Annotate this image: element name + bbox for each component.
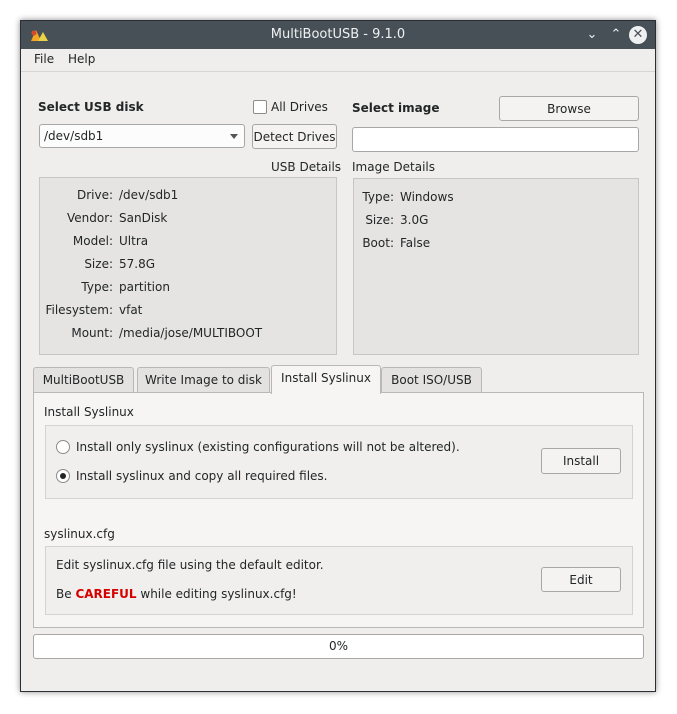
warning-emphasis: CAREFUL xyxy=(75,587,137,601)
warning-prefix: Be xyxy=(56,587,76,601)
install-options-group: Install only syslinux (existing configur… xyxy=(45,425,633,499)
option-install-copy-label[interactable]: Install syslinux and copy all required f… xyxy=(76,469,327,483)
image-detail-key: Type: xyxy=(362,190,394,204)
usb-detail-value: Ultra xyxy=(119,234,149,248)
usb-detail-key: Filesystem: xyxy=(45,303,113,317)
syslinux-cfg-group: Edit syslinux.cfg file using the default… xyxy=(45,546,633,615)
tab-install-syslinux[interactable]: Install Syslinux xyxy=(271,365,381,394)
radio-install-only[interactable] xyxy=(56,440,70,454)
warning-suffix: while editing syslinux.cfg! xyxy=(136,587,297,601)
detect-drives-button[interactable]: Detect Drives xyxy=(252,124,337,149)
minimize-icon[interactable]: ⌄ xyxy=(583,26,601,44)
install-syslinux-page: Install Syslinux Install only syslinux (… xyxy=(33,392,644,628)
image-detail-key: Boot: xyxy=(362,236,394,250)
image-details-label: Image Details xyxy=(352,160,435,174)
select-image-label: Select image xyxy=(352,101,440,115)
usb-detail-key: Model: xyxy=(72,234,113,248)
tab-boot-iso-usb[interactable]: Boot ISO/USB xyxy=(381,367,482,393)
progress-bar: 0% xyxy=(33,634,644,659)
install-button[interactable]: Install xyxy=(541,448,621,474)
tab-multibootusb[interactable]: MultiBootUSB xyxy=(33,367,134,393)
usb-details-panel: Drive: /dev/sdb1 Vendor: SanDisk Model: Ultra… xyxy=(39,177,337,355)
radio-install-copy[interactable] xyxy=(56,469,70,483)
image-path-input[interactable] xyxy=(352,127,639,152)
usb-disk-dropdown[interactable]: /dev/sdb1 xyxy=(39,124,245,148)
tab-write-image[interactable]: Write Image to disk xyxy=(137,367,270,393)
usb-detail-key: Vendor: xyxy=(67,211,113,225)
syslinux-cfg-title: syslinux.cfg xyxy=(44,527,115,541)
option-install-only-label[interactable]: Install only syslinux (existing configur… xyxy=(76,440,460,454)
menu-bar: File Help xyxy=(21,49,655,72)
usb-detail-key: Type: xyxy=(81,280,113,294)
title-bar[interactable]: MultiBootUSB - 9.1.0 ⌄ ⌃ ✕ xyxy=(21,21,655,49)
image-detail-value: False xyxy=(400,236,431,250)
usb-disk-value: /dev/sdb1 xyxy=(44,129,104,143)
all-drives-label[interactable]: All Drives xyxy=(271,100,328,114)
main-window: MultiBootUSB - 9.1.0 ⌄ ⌃ ✕ File Help Sel… xyxy=(20,20,656,692)
cfg-description: Edit syslinux.cfg file using the default… xyxy=(56,558,324,572)
image-detail-value: 3.0G xyxy=(400,213,429,227)
usb-detail-value: partition xyxy=(119,280,170,294)
usb-detail-key: Mount: xyxy=(71,326,113,340)
edit-button[interactable]: Edit xyxy=(541,567,621,592)
image-detail-key: Size: xyxy=(365,213,394,227)
window-title: MultiBootUSB - 9.1.0 xyxy=(270,27,406,42)
usb-detail-value: vfat xyxy=(119,303,143,317)
menu-file[interactable]: File xyxy=(34,52,54,66)
chevron-down-icon xyxy=(230,134,238,139)
select-usb-label: Select USB disk xyxy=(38,100,144,114)
close-icon[interactable]: ✕ xyxy=(629,26,647,44)
all-drives-checkbox[interactable] xyxy=(253,100,267,114)
usb-detail-value: 57.8G xyxy=(119,257,156,271)
usb-detail-key: Size: xyxy=(84,257,113,271)
usb-details-label: USB Details xyxy=(271,160,342,174)
usb-detail-value: SanDisk xyxy=(119,211,168,225)
usb-detail-value: /dev/sdb1 xyxy=(119,188,179,202)
maximize-icon[interactable]: ⌃ xyxy=(607,26,625,44)
usb-detail-value: /media/jose/MULTIBOOT xyxy=(119,326,263,340)
progress-text: 0% xyxy=(328,639,349,653)
browse-button[interactable]: Browse xyxy=(499,96,639,121)
usb-detail-key: Drive: xyxy=(76,188,113,202)
menu-help[interactable]: Help xyxy=(68,52,95,66)
cfg-warning: Be CAREFUL while editing syslinux.cfg! xyxy=(56,587,297,601)
install-syslinux-title: Install Syslinux xyxy=(44,405,134,419)
image-detail-value: Windows xyxy=(400,190,454,204)
image-details-panel: Type: Windows Size: 3.0G Boot: False xyxy=(353,178,639,355)
